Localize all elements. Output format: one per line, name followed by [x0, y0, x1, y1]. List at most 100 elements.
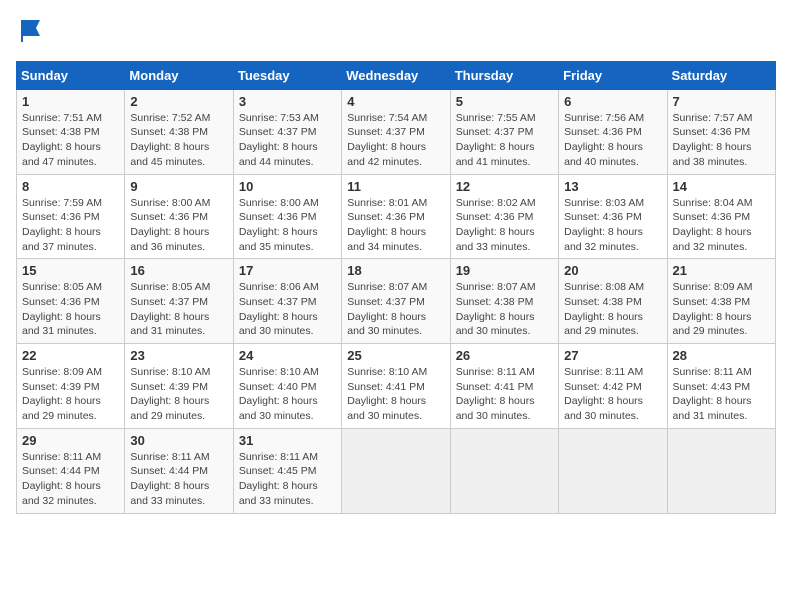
day-info: Sunrise: 8:09 AMSunset: 4:38 PMDaylight:…: [673, 280, 770, 339]
day-info: Sunrise: 8:07 AMSunset: 4:38 PMDaylight:…: [456, 280, 553, 339]
day-number: 9: [130, 179, 227, 194]
calendar-cell: [342, 428, 450, 513]
day-number: 8: [22, 179, 119, 194]
day-number: 4: [347, 94, 444, 109]
calendar-cell: 6 Sunrise: 7:56 AMSunset: 4:36 PMDayligh…: [559, 89, 667, 174]
calendar-cell: 29 Sunrise: 8:11 AMSunset: 4:44 PMDaylig…: [17, 428, 125, 513]
calendar-cell: [559, 428, 667, 513]
day-info: Sunrise: 8:08 AMSunset: 4:38 PMDaylight:…: [564, 280, 661, 339]
week-row-4: 22 Sunrise: 8:09 AMSunset: 4:39 PMDaylig…: [17, 344, 776, 429]
day-number: 14: [673, 179, 770, 194]
day-number: 15: [22, 263, 119, 278]
calendar-cell: 12 Sunrise: 8:02 AMSunset: 4:36 PMDaylig…: [450, 174, 558, 259]
calendar-cell: [450, 428, 558, 513]
calendar-cell: 8 Sunrise: 7:59 AMSunset: 4:36 PMDayligh…: [17, 174, 125, 259]
day-number: 30: [130, 433, 227, 448]
calendar-cell: 21 Sunrise: 8:09 AMSunset: 4:38 PMDaylig…: [667, 259, 775, 344]
day-info: Sunrise: 8:09 AMSunset: 4:39 PMDaylight:…: [22, 365, 119, 424]
day-info: Sunrise: 8:10 AMSunset: 4:41 PMDaylight:…: [347, 365, 444, 424]
day-number: 1: [22, 94, 119, 109]
day-number: 16: [130, 263, 227, 278]
day-info: Sunrise: 7:57 AMSunset: 4:36 PMDaylight:…: [673, 111, 770, 170]
day-info: Sunrise: 7:54 AMSunset: 4:37 PMDaylight:…: [347, 111, 444, 170]
calendar-cell: 24 Sunrise: 8:10 AMSunset: 4:40 PMDaylig…: [233, 344, 341, 429]
day-number: 13: [564, 179, 661, 194]
day-number: 23: [130, 348, 227, 363]
calendar-cell: 17 Sunrise: 8:06 AMSunset: 4:37 PMDaylig…: [233, 259, 341, 344]
calendar-cell: 31 Sunrise: 8:11 AMSunset: 4:45 PMDaylig…: [233, 428, 341, 513]
calendar-cell: 10 Sunrise: 8:00 AMSunset: 4:36 PMDaylig…: [233, 174, 341, 259]
calendar-cell: 4 Sunrise: 7:54 AMSunset: 4:37 PMDayligh…: [342, 89, 450, 174]
day-info: Sunrise: 8:07 AMSunset: 4:37 PMDaylight:…: [347, 280, 444, 339]
week-row-1: 1 Sunrise: 7:51 AMSunset: 4:38 PMDayligh…: [17, 89, 776, 174]
weekday-header-sunday: Sunday: [17, 61, 125, 89]
day-number: 28: [673, 348, 770, 363]
day-info: Sunrise: 7:55 AMSunset: 4:37 PMDaylight:…: [456, 111, 553, 170]
calendar-cell: 23 Sunrise: 8:10 AMSunset: 4:39 PMDaylig…: [125, 344, 233, 429]
calendar-table: SundayMondayTuesdayWednesdayThursdayFrid…: [16, 61, 776, 514]
calendar-cell: 5 Sunrise: 7:55 AMSunset: 4:37 PMDayligh…: [450, 89, 558, 174]
week-row-5: 29 Sunrise: 8:11 AMSunset: 4:44 PMDaylig…: [17, 428, 776, 513]
page-header: [16, 16, 776, 49]
weekday-header-tuesday: Tuesday: [233, 61, 341, 89]
calendar-cell: 15 Sunrise: 8:05 AMSunset: 4:36 PMDaylig…: [17, 259, 125, 344]
day-number: 27: [564, 348, 661, 363]
day-number: 17: [239, 263, 336, 278]
calendar-cell: 26 Sunrise: 8:11 AMSunset: 4:41 PMDaylig…: [450, 344, 558, 429]
calendar-cell: 18 Sunrise: 8:07 AMSunset: 4:37 PMDaylig…: [342, 259, 450, 344]
day-number: 19: [456, 263, 553, 278]
day-info: Sunrise: 7:56 AMSunset: 4:36 PMDaylight:…: [564, 111, 661, 170]
day-info: Sunrise: 8:11 AMSunset: 4:44 PMDaylight:…: [22, 450, 119, 509]
calendar-cell: 1 Sunrise: 7:51 AMSunset: 4:38 PMDayligh…: [17, 89, 125, 174]
calendar-cell: 9 Sunrise: 8:00 AMSunset: 4:36 PMDayligh…: [125, 174, 233, 259]
week-row-3: 15 Sunrise: 8:05 AMSunset: 4:36 PMDaylig…: [17, 259, 776, 344]
day-info: Sunrise: 8:03 AMSunset: 4:36 PMDaylight:…: [564, 196, 661, 255]
day-number: 20: [564, 263, 661, 278]
weekday-header-saturday: Saturday: [667, 61, 775, 89]
day-info: Sunrise: 8:11 AMSunset: 4:42 PMDaylight:…: [564, 365, 661, 424]
calendar-cell: 22 Sunrise: 8:09 AMSunset: 4:39 PMDaylig…: [17, 344, 125, 429]
day-number: 21: [673, 263, 770, 278]
day-info: Sunrise: 8:11 AMSunset: 4:43 PMDaylight:…: [673, 365, 770, 424]
logo-flag-icon: [18, 16, 46, 44]
day-number: 31: [239, 433, 336, 448]
weekday-header-wednesday: Wednesday: [342, 61, 450, 89]
day-number: 6: [564, 94, 661, 109]
calendar-cell: 3 Sunrise: 7:53 AMSunset: 4:37 PMDayligh…: [233, 89, 341, 174]
calendar-cell: 16 Sunrise: 8:05 AMSunset: 4:37 PMDaylig…: [125, 259, 233, 344]
calendar-cell: 19 Sunrise: 8:07 AMSunset: 4:38 PMDaylig…: [450, 259, 558, 344]
day-info: Sunrise: 7:51 AMSunset: 4:38 PMDaylight:…: [22, 111, 119, 170]
day-info: Sunrise: 8:04 AMSunset: 4:36 PMDaylight:…: [673, 196, 770, 255]
week-row-2: 8 Sunrise: 7:59 AMSunset: 4:36 PMDayligh…: [17, 174, 776, 259]
day-info: Sunrise: 8:10 AMSunset: 4:39 PMDaylight:…: [130, 365, 227, 424]
calendar-cell: 2 Sunrise: 7:52 AMSunset: 4:38 PMDayligh…: [125, 89, 233, 174]
calendar-cell: 14 Sunrise: 8:04 AMSunset: 4:36 PMDaylig…: [667, 174, 775, 259]
calendar-cell: 13 Sunrise: 8:03 AMSunset: 4:36 PMDaylig…: [559, 174, 667, 259]
weekday-header-row: SundayMondayTuesdayWednesdayThursdayFrid…: [17, 61, 776, 89]
day-info: Sunrise: 8:00 AMSunset: 4:36 PMDaylight:…: [130, 196, 227, 255]
day-number: 7: [673, 94, 770, 109]
day-number: 11: [347, 179, 444, 194]
day-info: Sunrise: 8:00 AMSunset: 4:36 PMDaylight:…: [239, 196, 336, 255]
calendar-cell: 11 Sunrise: 8:01 AMSunset: 4:36 PMDaylig…: [342, 174, 450, 259]
day-number: 12: [456, 179, 553, 194]
weekday-header-thursday: Thursday: [450, 61, 558, 89]
day-number: 29: [22, 433, 119, 448]
calendar-cell: 28 Sunrise: 8:11 AMSunset: 4:43 PMDaylig…: [667, 344, 775, 429]
day-number: 10: [239, 179, 336, 194]
day-info: Sunrise: 7:53 AMSunset: 4:37 PMDaylight:…: [239, 111, 336, 170]
day-info: Sunrise: 8:06 AMSunset: 4:37 PMDaylight:…: [239, 280, 336, 339]
day-info: Sunrise: 8:11 AMSunset: 4:41 PMDaylight:…: [456, 365, 553, 424]
day-info: Sunrise: 8:05 AMSunset: 4:37 PMDaylight:…: [130, 280, 227, 339]
day-number: 24: [239, 348, 336, 363]
day-info: Sunrise: 7:52 AMSunset: 4:38 PMDaylight:…: [130, 111, 227, 170]
logo: [16, 16, 46, 49]
day-number: 26: [456, 348, 553, 363]
day-number: 22: [22, 348, 119, 363]
day-info: Sunrise: 8:10 AMSunset: 4:40 PMDaylight:…: [239, 365, 336, 424]
day-info: Sunrise: 8:11 AMSunset: 4:45 PMDaylight:…: [239, 450, 336, 509]
day-number: 2: [130, 94, 227, 109]
day-info: Sunrise: 8:11 AMSunset: 4:44 PMDaylight:…: [130, 450, 227, 509]
day-info: Sunrise: 8:01 AMSunset: 4:36 PMDaylight:…: [347, 196, 444, 255]
calendar-cell: [667, 428, 775, 513]
